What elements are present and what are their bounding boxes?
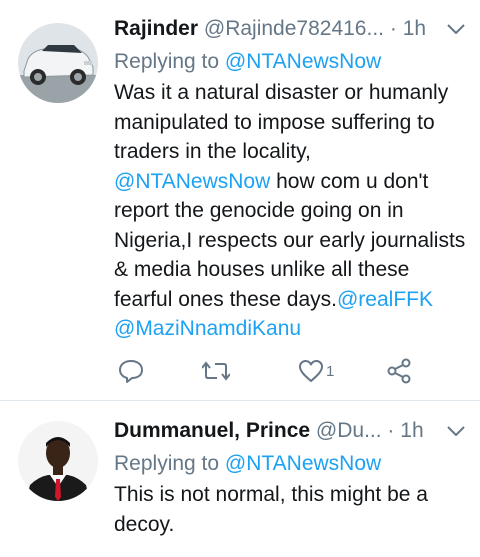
like-count: 1 [326,362,335,380]
like-button[interactable]: 1 [298,356,334,386]
chevron-down-icon[interactable] [446,424,466,438]
tweet-header: Dummanuel, Prince @Du... · 1h [114,414,466,448]
share-button[interactable] [386,356,412,386]
replying-to-mention[interactable]: @NTANewsNow [225,50,381,73]
replying-to-mention[interactable]: @NTANewsNow [225,452,381,475]
tweet-text: Was it a natural disaster or humanly man… [114,78,466,344]
tweet[interactable]: Dummanuel, Prince @Du... · 1h Replying t… [0,401,480,557]
retweet-icon [202,361,230,381]
separator-dot: · [387,419,395,442]
retweet-button[interactable] [202,356,230,386]
replying-to-line: Replying to @NTANewsNow [114,46,466,77]
tweet-actions: 1 [118,356,438,386]
mention-link[interactable]: @NTANewsNow [114,170,270,193]
separator-dot: · [389,17,397,40]
person-avatar-image [18,421,98,501]
avatar[interactable] [18,421,98,501]
mention-link[interactable]: @MaziNnamdiKanu [114,317,301,340]
tweet-text-part: Was it a natural disaster or humanly man… [114,81,449,163]
author-name[interactable]: Dummanuel, Prince [114,419,310,442]
chevron-down-icon[interactable] [446,22,466,36]
timestamp[interactable]: 1h [400,419,423,442]
replying-to-line: Replying to @NTANewsNow [114,448,466,479]
reply-icon [119,360,143,383]
car-avatar-image [18,23,98,103]
avatar[interactable] [18,23,98,103]
mention-link[interactable]: @realFFK [337,288,433,311]
tweet-text: This is not normal, this might be a deco… [114,483,428,536]
reply-button[interactable] [118,356,144,386]
tweet[interactable]: Rajinder @Rajinde782416... · 1h Replying… [0,0,480,400]
share-icon [387,358,411,384]
tweet-header: Rajinder @Rajinde782416... · 1h [114,12,466,46]
author-handle[interactable]: @Rajinde782416... [204,17,384,40]
timestamp[interactable]: 1h [403,17,426,40]
like-icon [299,360,323,382]
author-name[interactable]: Rajinder [114,17,198,40]
replying-to-label: Replying to [114,50,220,73]
replying-to-label: Replying to [114,452,220,475]
author-handle[interactable]: @Du... [316,419,382,442]
